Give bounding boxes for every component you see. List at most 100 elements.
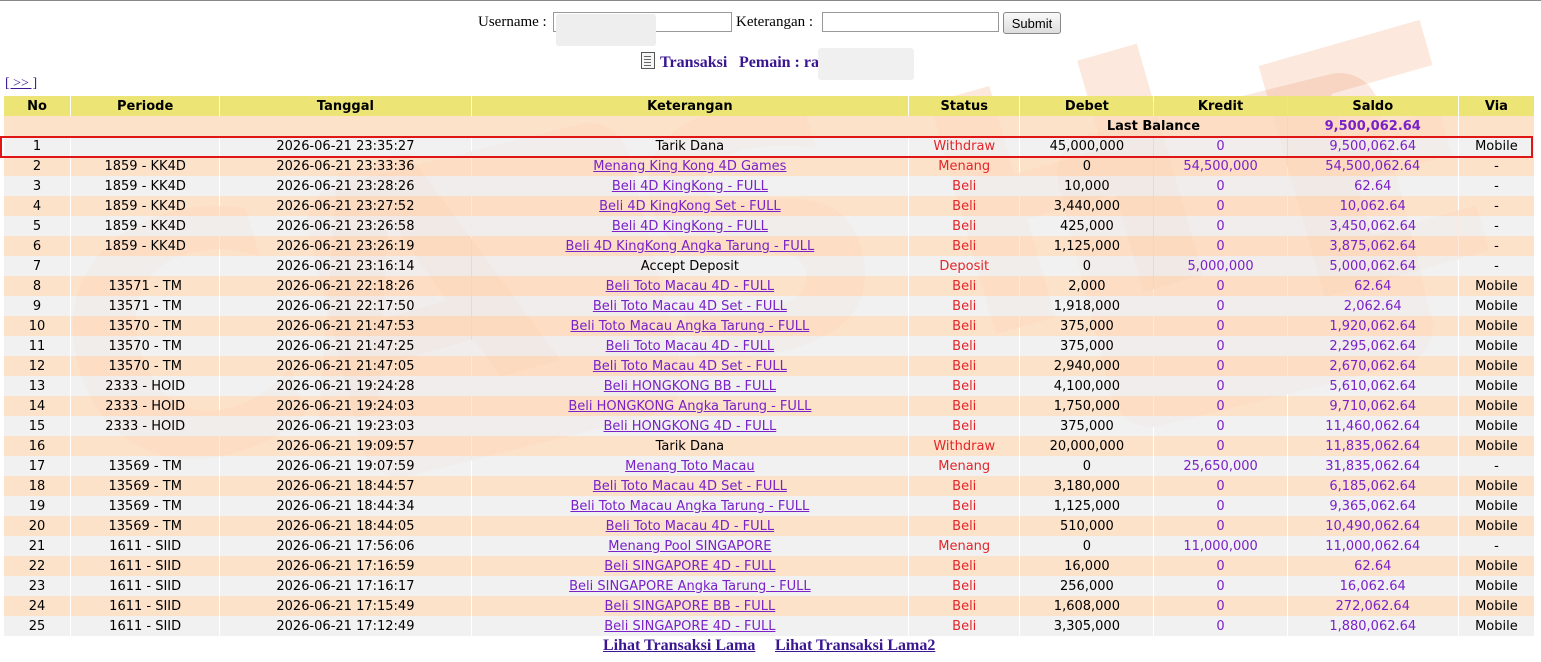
- keterangan-link[interactable]: Beli 4D KingKong Angka Tarung - FULL: [565, 239, 814, 254]
- cell-keterangan: Beli Toto Macau 4D - FULL: [471, 336, 909, 356]
- cell-debet: 256,000: [1020, 576, 1154, 596]
- cell-periode: 13570 - TM: [71, 356, 220, 376]
- cell-debet: 45,000,000: [1020, 136, 1154, 156]
- keterangan-link[interactable]: Beli 4D KingKong - FULL: [612, 219, 768, 234]
- old-transactions-link[interactable]: Lihat Transaksi Lama: [603, 637, 755, 655]
- cell-keterangan: Beli SINGAPORE BB - FULL: [471, 596, 909, 616]
- cell-periode: [71, 136, 220, 156]
- cell-debet: 425,000: [1020, 216, 1154, 236]
- cell-kredit: 0: [1154, 556, 1287, 576]
- cell-periode: 1859 - KK4D: [71, 236, 220, 256]
- cell-no: 6: [4, 236, 71, 256]
- table-header-row: No Periode Tanggal Keterangan Status Deb…: [4, 96, 1534, 116]
- cell-kredit: 0: [1154, 576, 1287, 596]
- cell-periode: 13569 - TM: [71, 516, 220, 536]
- cell-keterangan: Beli HONGKONG 4D - FULL: [471, 416, 909, 436]
- cell-periode: 1611 - SIID: [71, 536, 220, 556]
- cell-kredit: 0: [1154, 356, 1287, 376]
- old-transactions-2-link[interactable]: Lihat Transaksi Lama2: [775, 637, 935, 655]
- cell-via: Mobile: [1458, 516, 1534, 536]
- keterangan-link[interactable]: Beli HONGKONG 4D - FULL: [603, 419, 776, 434]
- keterangan-link[interactable]: Beli Toto Macau 4D Set - FULL: [593, 479, 787, 494]
- keterangan-link[interactable]: Beli SINGAPORE Angka Tarung - FULL: [569, 579, 811, 594]
- cell-status: Beli: [909, 516, 1020, 536]
- cell-keterangan: Beli Toto Macau 4D - FULL: [471, 516, 909, 536]
- table-row: 2 1859 - KK4D 2026-06-21 23:33:36 Menang Ki…: [4, 156, 1534, 176]
- cell-status: Beli: [909, 556, 1020, 576]
- table-row: 5 1859 - KK4D 2026-06-21 23:26:58 Beli 4D K…: [4, 216, 1534, 236]
- cell-via: Mobile: [1458, 556, 1534, 576]
- keterangan-link[interactable]: Beli Toto Macau 4D - FULL: [606, 519, 775, 534]
- cell-kredit: 0: [1154, 296, 1287, 316]
- cell-kredit: 0: [1154, 416, 1287, 436]
- keterangan-link[interactable]: Beli Toto Macau Angka Tarung - FULL: [570, 499, 809, 514]
- keterangan-link[interactable]: Menang Pool SINGAPORE: [608, 539, 771, 554]
- cell-saldo: 54,500,062.64: [1287, 156, 1458, 176]
- keterangan-link[interactable]: Beli SINGAPORE BB - FULL: [604, 599, 775, 614]
- cell-debet: 0: [1020, 156, 1154, 176]
- keterangan-link[interactable]: Menang King Kong 4D Games: [593, 159, 786, 174]
- next-page-link[interactable]: [ >> ]: [5, 76, 37, 92]
- cell-debet: 0: [1020, 536, 1154, 556]
- cell-periode: 1859 - KK4D: [71, 196, 220, 216]
- cell-saldo: 11,460,062.64: [1287, 416, 1458, 436]
- cell-via: -: [1458, 216, 1534, 236]
- keterangan-link[interactable]: Beli 4D KingKong Set - FULL: [599, 199, 781, 214]
- cell-kredit: 0: [1154, 216, 1287, 236]
- cell-saldo: 9,365,062.64: [1287, 496, 1458, 516]
- cell-keterangan: Beli HONGKONG Angka Tarung - FULL: [471, 396, 909, 416]
- keterangan-link[interactable]: Beli Toto Macau 4D - FULL: [606, 279, 775, 294]
- cell-debet: 375,000: [1020, 336, 1154, 356]
- cell-saldo: 62.64: [1287, 556, 1458, 576]
- keterangan-input[interactable]: [822, 12, 999, 32]
- cell-tanggal: 2026-06-21 18:44:57: [220, 476, 471, 496]
- keterangan-link[interactable]: Beli HONGKONG BB - FULL: [604, 379, 776, 394]
- cell-keterangan: Beli HONGKONG BB - FULL: [471, 376, 909, 396]
- col-header-no: No: [4, 96, 71, 116]
- cell-debet: 0: [1020, 456, 1154, 476]
- cell-kredit: 0: [1154, 596, 1287, 616]
- table-row: 24 1611 - SIID 2026-06-21 17:15:49 Beli SIN…: [4, 596, 1534, 616]
- cell-keterangan: Beli Toto Macau 4D Set - FULL: [471, 356, 909, 376]
- cell-via: -: [1458, 196, 1534, 216]
- cell-via: Mobile: [1458, 136, 1534, 156]
- table-row: 21 1611 - SIID 2026-06-21 17:56:06 Menang P…: [4, 536, 1534, 556]
- table-row: 23 1611 - SIID 2026-06-21 17:16:17 Beli SIN…: [4, 576, 1534, 596]
- cell-kredit: 0: [1154, 316, 1287, 336]
- cell-saldo: 3,875,062.64: [1287, 236, 1458, 256]
- cell-periode: 1611 - SIID: [71, 556, 220, 576]
- keterangan-link[interactable]: Beli HONGKONG Angka Tarung - FULL: [568, 399, 811, 414]
- cell-tanggal: 2026-06-21 17:16:59: [220, 556, 471, 576]
- cell-saldo: 11,000,062.64: [1287, 536, 1458, 556]
- cell-debet: 1,608,000: [1020, 596, 1154, 616]
- keterangan-link[interactable]: Beli Toto Macau 4D Set - FULL: [593, 299, 787, 314]
- cell-kredit: 0: [1154, 616, 1287, 636]
- cell-periode: 2333 - HOID: [71, 396, 220, 416]
- cell-saldo: 2,062.64: [1287, 296, 1458, 316]
- cell-tanggal: 2026-06-21 23:16:14: [220, 256, 471, 276]
- cell-keterangan: Beli SINGAPORE 4D - FULL: [471, 616, 909, 636]
- cell-saldo: 272,062.64: [1287, 596, 1458, 616]
- submit-button[interactable]: Submit: [1003, 12, 1061, 34]
- keterangan-link[interactable]: Beli SINGAPORE 4D - FULL: [604, 559, 775, 574]
- table-row: 11 13570 - TM 2026-06-21 21:47:25 Beli Toto…: [4, 336, 1534, 356]
- keterangan-link[interactable]: Menang Toto Macau: [625, 459, 754, 474]
- cell-keterangan: Tarik Dana: [471, 136, 909, 156]
- keterangan-link[interactable]: Beli Toto Macau 4D - FULL: [606, 339, 775, 354]
- keterangan-link[interactable]: Beli Toto Macau Angka Tarung - FULL: [570, 319, 809, 334]
- cell-keterangan: Beli Toto Macau 4D - FULL: [471, 276, 909, 296]
- cell-saldo: 10,062.64: [1287, 196, 1458, 216]
- cell-no: 11: [4, 336, 71, 356]
- cell-via: Mobile: [1458, 296, 1534, 316]
- cell-tanggal: 2026-06-21 23:35:27: [220, 136, 471, 156]
- cell-debet: 375,000: [1020, 416, 1154, 436]
- keterangan-link[interactable]: Beli 4D KingKong - FULL: [612, 179, 768, 194]
- keterangan-link[interactable]: Beli Toto Macau 4D Set - FULL: [593, 359, 787, 374]
- cell-keterangan: Beli SINGAPORE Angka Tarung - FULL: [471, 576, 909, 596]
- cell-no: 4: [4, 196, 71, 216]
- cell-keterangan: Accept Deposit: [471, 256, 909, 276]
- cell-debet: 0: [1020, 256, 1154, 276]
- cell-status: Beli: [909, 416, 1020, 436]
- cell-via: Mobile: [1458, 436, 1534, 456]
- keterangan-link[interactable]: Beli SINGAPORE 4D - FULL: [604, 619, 775, 634]
